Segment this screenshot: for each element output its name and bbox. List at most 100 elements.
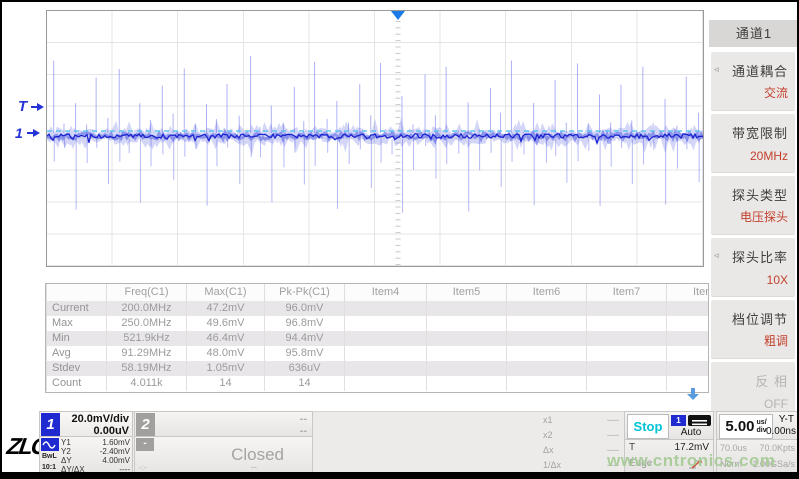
- table-row-label: Avg: [47, 346, 107, 361]
- channel1-volts-per-div: 20.0mV/div: [72, 413, 129, 425]
- y-cursor-row: Y11.60mV: [61, 438, 130, 447]
- table-cell: [507, 346, 587, 361]
- table-cell: [345, 316, 427, 331]
- table-row-label: Stdev: [47, 361, 107, 376]
- trigger-delay: 0.00ns: [766, 426, 796, 437]
- y-cursor-row-value: -2.40mV: [100, 447, 130, 456]
- menu-item-label: 反 相: [755, 371, 788, 390]
- table-cell: [507, 316, 587, 331]
- channel2-status-block[interactable]: 2 -- -- - Closed -:- --: [134, 411, 313, 475]
- table-cell: 636uV: [265, 361, 345, 376]
- x-cursor-row: x2----: [539, 428, 623, 443]
- table-cell: 250.0MHz: [107, 316, 187, 331]
- channel1-position-marker[interactable]: 1: [15, 125, 40, 141]
- timebase-scale-panel: 5.00 us/ div Y-T 0.00ns: [716, 411, 799, 440]
- right-arrow-icon: [33, 129, 40, 137]
- table-cell: [507, 376, 587, 391]
- table-cell: 4.011k: [107, 376, 187, 391]
- table-corner-cell: [47, 284, 107, 301]
- x-cursor-row-label: x2: [543, 428, 553, 443]
- table-cell: [427, 346, 507, 361]
- y-cursor-row-label: Y2: [61, 447, 71, 456]
- menu-item-value: 电压探头: [740, 208, 788, 225]
- menu-item-label: 带宽限制: [732, 123, 788, 142]
- table-cell: [427, 376, 507, 391]
- trigger-level-marker[interactable]: T: [18, 98, 44, 115]
- channel1-status-block[interactable]: 1 20.0mV/div 0.00uV BwL 10:1 Y11.60mVY2-…: [39, 411, 133, 475]
- table-scroll-down-button[interactable]: [686, 387, 700, 401]
- y-cursor-row-value: 1.60mV: [102, 438, 130, 447]
- table-row-label: Max: [47, 316, 107, 331]
- sidebar-item-5[interactable]: 档位调节粗调: [711, 300, 795, 359]
- table-cell: 96.8mV: [265, 316, 345, 331]
- channel2-line1: --: [300, 413, 307, 425]
- trigger-coupling-icon: [688, 415, 711, 426]
- menu-item-label: 通道耦合: [732, 61, 788, 80]
- y-cursor-row: Y2 -2.40mV: [61, 447, 130, 456]
- channel1-cursor-readouts: Y11.60mVY2-2.40mVΔY4.00mVΔY/ΔX----: [61, 438, 130, 474]
- menu-item-value: 10X: [767, 273, 788, 287]
- table-cell: 14: [265, 376, 345, 391]
- trigger-source-badge: 1: [671, 415, 686, 426]
- bandwidth-limit-label: BwL: [42, 453, 57, 460]
- table-cell: [345, 331, 427, 346]
- channel1-badge: 1: [41, 413, 60, 437]
- table-cell: 96.0mV: [265, 301, 345, 316]
- menu-item-label: 探头类型: [732, 185, 788, 204]
- table-cell: [587, 301, 667, 316]
- table-cell: 58.19MHz: [107, 361, 187, 376]
- table-row-label: Current: [47, 301, 107, 316]
- table-cell: [345, 301, 427, 316]
- timebase-scale-box[interactable]: 5.00 us/ div: [719, 414, 773, 439]
- channel2-bottom-left: -:-: [139, 463, 147, 472]
- menu-item-value: 粗调: [764, 332, 788, 349]
- run-state-indicator[interactable]: Stop: [627, 414, 669, 439]
- display-mode: Y-T: [779, 414, 794, 425]
- table-row: Max250.0MHz49.6mV96.8mV: [47, 316, 710, 331]
- menu-item-label: 档位调节: [732, 309, 788, 328]
- table-cell: [427, 316, 507, 331]
- measurement-table: Freq(C1)Max(C1)Pk-Pk(C1)Item4Item5Item6I…: [45, 283, 709, 393]
- table-cell: [507, 331, 587, 346]
- trigger-position-marker-icon[interactable]: [391, 11, 405, 20]
- table-cell: 49.6mV: [187, 316, 265, 331]
- channel1-scale-panel: 1 20.0mV/div 0.00uV: [39, 411, 133, 437]
- table-header-row: Freq(C1)Max(C1)Pk-Pk(C1)Item4Item5Item6I…: [47, 284, 710, 301]
- x-cursor-row-label: Δx: [543, 443, 554, 458]
- channel2-scale-panel: 2 -- --: [134, 411, 313, 437]
- table-column-header: Item5: [427, 284, 507, 301]
- table-cell: [427, 361, 507, 376]
- channel2-status-text: Closed: [231, 445, 284, 465]
- table-cell: [667, 346, 710, 361]
- table-column-header: Pk-Pk(C1): [265, 284, 345, 301]
- table-column-header: Item4: [345, 284, 427, 301]
- table-row-label: Min: [47, 331, 107, 346]
- table-cell: [345, 361, 427, 376]
- table-column-header: Freq(C1): [107, 284, 187, 301]
- table-cell: 14: [187, 376, 265, 391]
- table-cell: 521.9kHz: [107, 331, 187, 346]
- y-cursor-row-label: ΔY: [61, 456, 72, 465]
- table-cell: 91.29MHz: [107, 346, 187, 361]
- table-row: Stdev58.19MHz1.05mV636uV: [47, 361, 710, 376]
- table-row: Count4.011k1414: [47, 376, 710, 391]
- table-row: Avg91.29MHz48.0mV95.8mV: [47, 346, 710, 361]
- table-row: Min521.9kHz46.4mV94.4mV: [47, 331, 710, 346]
- table-cell: 1.05mV: [187, 361, 265, 376]
- table-cell: [667, 301, 710, 316]
- table-cell: [507, 301, 587, 316]
- table-column-header: Max(C1): [187, 284, 265, 301]
- waveform-trace: [47, 11, 703, 266]
- menu-item-value: 20MHz: [750, 149, 788, 163]
- sidebar-item-2[interactable]: 带宽限制 20MHz: [711, 114, 795, 173]
- table-cell: 48.0mV: [187, 346, 265, 361]
- sidebar-item-1[interactable]: ◃通道耦合交流: [711, 52, 795, 111]
- table-cell: [667, 361, 710, 376]
- sidebar-item-3[interactable]: 探头类型电压探头: [711, 176, 795, 235]
- sidebar-item-4[interactable]: ◃探头比率10X: [711, 238, 795, 297]
- channel-menu: 通道1 ◃通道耦合交流带宽限制20MHz探头类型电压探头◃探头比率10X档位调节…: [709, 2, 799, 479]
- channel2-state-panel: - Closed -:- --: [134, 436, 313, 475]
- table-cell: [507, 361, 587, 376]
- channel2-coupling-badge: -: [136, 438, 154, 451]
- right-arrow-icon: [37, 103, 44, 111]
